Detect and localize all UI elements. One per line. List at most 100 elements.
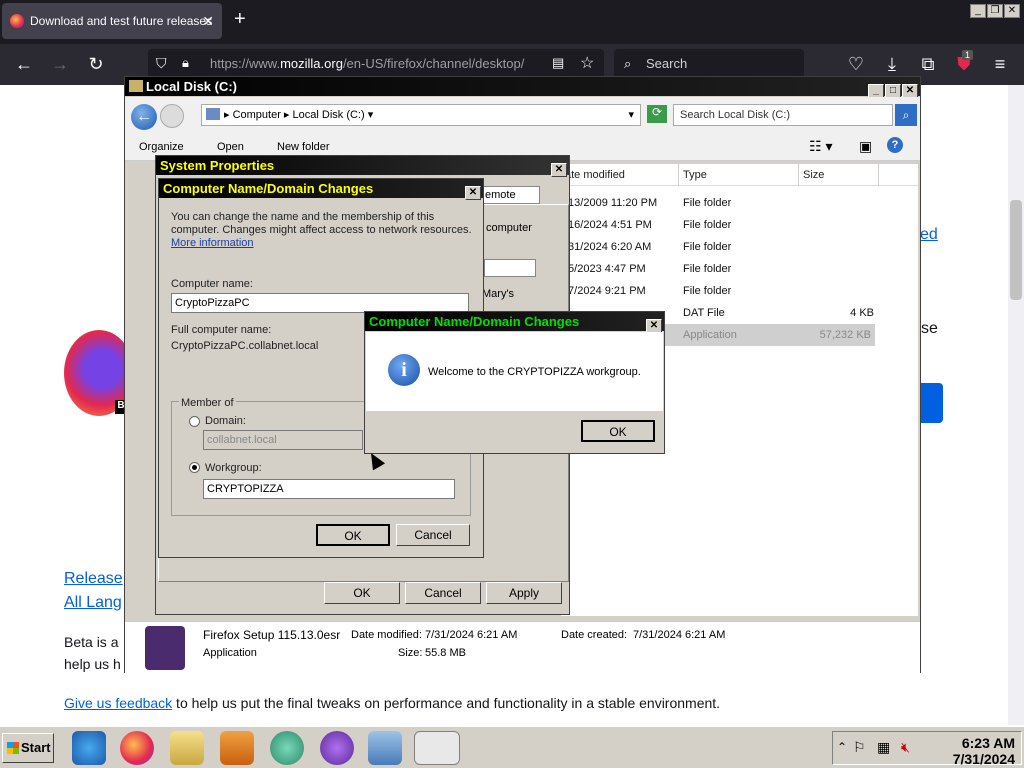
internet-explorer-icon[interactable] [72, 731, 106, 765]
network-icon[interactable]: ▦ [877, 739, 890, 756]
close-icon[interactable]: ✕ [646, 319, 662, 333]
list-item[interactable]: /31/2024 6:20 AM File folder [561, 236, 918, 258]
partial-link[interactable]: ed [920, 226, 938, 244]
chevron-down-icon[interactable]: ▾ [628, 105, 634, 125]
start-button[interactable]: Start [2, 733, 54, 763]
menu-icon[interactable]: ≡ [988, 52, 1012, 76]
minimize-icon[interactable]: _ [868, 84, 884, 98]
media-player-icon[interactable] [220, 731, 254, 765]
page-scrollbar-thumb[interactable] [1010, 200, 1022, 300]
intro-text-2: computer. Changes might affect access to… [171, 224, 472, 236]
forward-arrow-icon[interactable] [160, 104, 184, 128]
domain-field[interactable]: collabnet.local [203, 430, 363, 450]
close-icon[interactable]: ✕ [551, 163, 567, 177]
privacy-app-icon[interactable] [320, 731, 354, 765]
shield-icon[interactable]: ⛉ [156, 55, 167, 72]
list-item[interactable]: /5/2023 4:47 PM File folder [561, 258, 918, 280]
system-tray: ⌃ ⚐ ▦ 🔇︎ 6:23 AM 7/31/2024 [832, 731, 1022, 767]
firefox-icon[interactable] [120, 731, 154, 765]
file-date: /13/2009 11:20 PM [565, 197, 658, 209]
details-size: 55.8 MB [425, 647, 466, 659]
list-item[interactable]: /13/2009 11:20 PM File folder [561, 192, 918, 214]
extensions-icon[interactable]: ⧉ [916, 52, 940, 76]
file-explorer-icon[interactable] [170, 731, 204, 765]
clock[interactable]: 6:23 AM 7/31/2024 [953, 735, 1015, 767]
computer-name-titlebar[interactable]: Computer Name/Domain Changes ✕ [159, 179, 483, 200]
column-type[interactable]: Type [679, 164, 799, 186]
sp-apply-button[interactable]: Apply [486, 582, 562, 604]
tab-remote[interactable]: emote [482, 186, 540, 204]
close-icon[interactable]: ✕ [1004, 4, 1020, 18]
help-icon[interactable]: ? [887, 137, 903, 153]
back-arrow-icon[interactable]: ← [131, 104, 157, 130]
details-file-kind: Application [203, 647, 257, 659]
welcome-body: i Welcome to the CRYPTOPIZZA workgroup. [366, 332, 663, 411]
partial-text: se [921, 320, 938, 337]
maximize-icon[interactable]: □ [885, 84, 901, 98]
minimize-icon[interactable]: _ [970, 4, 986, 18]
cnd-ok-button[interactable]: OK [316, 524, 390, 546]
workgroup-radio[interactable] [189, 462, 200, 473]
domain-radio[interactable] [189, 416, 200, 427]
new-folder-button[interactable]: New folder [277, 141, 330, 153]
details-modified-label: Date modified: [351, 629, 422, 641]
column-size[interactable]: Size [799, 164, 879, 186]
release-notes-link[interactable]: Release [64, 570, 123, 588]
system-properties-titlebar[interactable]: System Properties ✕ [156, 156, 569, 177]
computer-name-field[interactable]: CryptoPizzaPC [171, 293, 469, 313]
close-icon[interactable]: ✕ [465, 186, 481, 200]
search-input[interactable]: ⌕ Search [614, 49, 804, 79]
reader-view-icon[interactable]: ▤ [552, 55, 564, 71]
breadcrumb-local-disk[interactable]: Local Disk (C:) [293, 109, 365, 121]
organize-menu[interactable]: Organize [139, 141, 184, 153]
explorer-address-row: ← ▸ Computer ▸ Local Disk (C:) ▾ ▾ ⟳ Sea… [125, 97, 920, 133]
more-information-link[interactable]: More information [171, 237, 254, 249]
pocket-icon[interactable]: ♡ [844, 52, 868, 76]
workgroup-field[interactable]: CRYPTOPIZZA [203, 479, 455, 499]
page-scrollbar[interactable] [1008, 85, 1024, 725]
flag-icon[interactable]: ⚐ [853, 739, 866, 756]
preview-pane-icon[interactable]: ▣ [859, 138, 872, 155]
bookmark-star-icon[interactable]: ☆ [580, 53, 594, 73]
new-tab-button[interactable]: + [234, 8, 246, 31]
reload-icon[interactable]: ↻ [84, 52, 108, 76]
file-date: /5/2023 4:47 PM [565, 263, 646, 275]
control-panel-icon[interactable] [368, 731, 402, 765]
clock-time: 6:23 AM [961, 735, 1015, 751]
explorer-search-input[interactable]: Search Local Disk (C:) [673, 104, 893, 126]
back-arrow-icon[interactable]: ← [12, 52, 36, 76]
cnd-cancel-button[interactable]: Cancel [396, 524, 470, 546]
breadcrumb-computer[interactable]: Computer [233, 109, 281, 121]
download-button[interactable] [920, 383, 943, 423]
network-app-icon[interactable] [270, 731, 304, 765]
url-bar[interactable]: ⛉ 🔒︎ https://www.mozilla.org/en-US/firef… [148, 49, 604, 79]
welcome-ok-button[interactable]: OK [581, 420, 655, 442]
list-item[interactable]: /16/2024 4:51 PM File folder [561, 214, 918, 236]
restore-icon[interactable]: ❐ [987, 4, 1003, 18]
refresh-icon[interactable]: ⟳ [647, 105, 667, 123]
address-bar[interactable]: ▸ Computer ▸ Local Disk (C:) ▾ ▾ [201, 104, 641, 126]
forward-arrow-icon[interactable]: → [48, 52, 72, 76]
welcome-titlebar[interactable]: Computer Name/Domain Changes ✕ [365, 312, 664, 333]
search-icon[interactable]: ⌕ [895, 104, 917, 126]
browser-tab[interactable]: Download and test future releases ✕ [2, 3, 222, 39]
open-button[interactable]: Open [217, 141, 244, 153]
volume-muted-icon[interactable]: 🔇︎ [901, 739, 910, 756]
sp-description-field[interactable] [484, 259, 536, 277]
sp-cancel-button[interactable]: Cancel [405, 582, 481, 604]
explorer-title: Local Disk (C:) [146, 79, 238, 94]
column-date-modified[interactable]: ate modified [561, 164, 679, 186]
file-type: File folder [683, 285, 732, 297]
show-hidden-icons-icon[interactable]: ⌃ [837, 740, 847, 754]
close-tab-icon[interactable]: ✕ [202, 3, 214, 39]
explorer-titlebar[interactable]: Local Disk (C:) _ □ ✕ [125, 77, 920, 98]
lock-icon[interactable]: 🔒︎ [182, 55, 189, 71]
all-languages-link[interactable]: All Lang [64, 594, 122, 612]
sp-ok-button[interactable]: OK [324, 582, 400, 604]
close-icon[interactable]: ✕ [902, 84, 918, 98]
list-item[interactable]: /7/2024 9:21 PM File folder [561, 280, 918, 302]
system-properties-task-icon[interactable] [414, 731, 460, 765]
downloads-icon[interactable]: ⤓ [880, 52, 904, 76]
feedback-link[interactable]: Give us feedback [64, 695, 172, 711]
view-options-icon[interactable]: ☷ ▾ [809, 138, 832, 155]
